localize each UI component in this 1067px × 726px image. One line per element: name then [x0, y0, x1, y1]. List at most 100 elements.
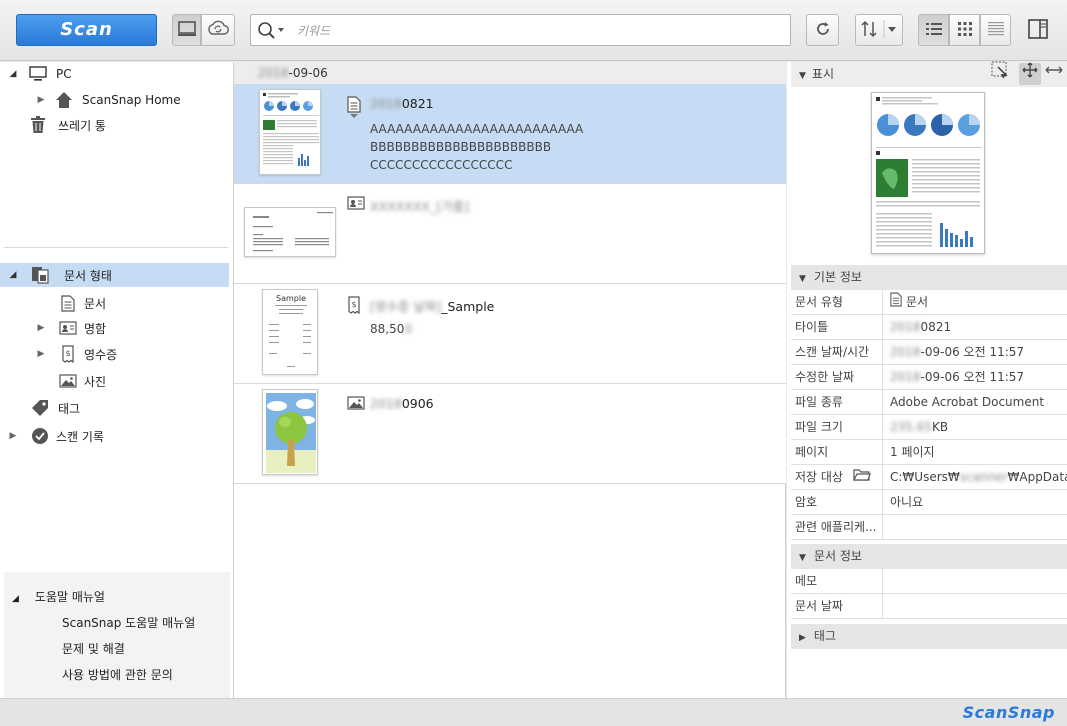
sort-button[interactable] [855, 14, 903, 46]
help-link-troubleshooting[interactable]: 문제 및 해결 [62, 639, 125, 659]
scan-button[interactable]: Scan [16, 14, 157, 46]
property-value[interactable] [882, 594, 1067, 618]
document-item[interactable]: 20180821 AAAAAAAAAAAAAAAAAAAAAAAAA BBBBB… [234, 84, 786, 184]
tree-item-scansnap-home[interactable]: ▶ ScanSnap Home [0, 88, 229, 112]
refresh-icon [814, 20, 832, 41]
search-input[interactable] [297, 21, 777, 41]
document-title-text: 0821 [401, 96, 434, 111]
property-value: 2018-09-06 오전 11:57 [882, 365, 1067, 389]
collapse-arrow-icon[interactable]: ◢ [12, 594, 19, 604]
expand-arrow-icon[interactable]: ▶ [36, 323, 46, 333]
document-type-icon [30, 266, 50, 284]
help-manual-header[interactable]: ◢ 도움말 매뉴얼 [12, 587, 105, 607]
collapse-arrow-icon[interactable]: ◢ [8, 270, 18, 280]
property-key: 수정한 날짜 [795, 370, 855, 384]
document-keywords: AAAAAAAAAAAAAAAAAAAAAAAAA BBBBBBBBBBBBBB… [370, 120, 583, 174]
tree-item-receipt[interactable]: ▶ $ 영수증 [0, 342, 229, 366]
tree-item-scan-history[interactable]: ▶ 스캔 기록 [0, 424, 229, 448]
collapse-arrow-icon[interactable]: ▼ [799, 71, 806, 81]
path-start: C:₩Users₩ [890, 470, 960, 484]
collapse-arrow-icon[interactable]: ▼ [799, 274, 806, 284]
move-icon [1022, 62, 1038, 87]
property-value: 아니요 [882, 490, 1067, 514]
pan-button[interactable] [1019, 62, 1041, 87]
property-value-text: 문서 [906, 295, 929, 309]
cloud-view-button[interactable] [201, 14, 235, 46]
document-icon [890, 291, 902, 315]
property-key: 파일 종류 [795, 395, 843, 409]
property-key: 페이지 [795, 445, 829, 459]
expand-arrow-icon[interactable]: ▶ [8, 431, 18, 441]
thumbnail-view-button[interactable] [949, 14, 980, 46]
doc-info-section-header[interactable]: ▼ 문서 정보 [791, 544, 1067, 569]
tree-item-trash[interactable]: 쓰레기 통 [0, 113, 229, 137]
document-title-prefix: 2018 [370, 396, 402, 411]
property-value[interactable] [882, 569, 1067, 593]
property-value[interactable]: 20180821 [882, 315, 1067, 339]
folder-icon[interactable] [852, 466, 871, 490]
document-item[interactable]: 20180906 [234, 384, 786, 484]
property-row-doc-date[interactable]: 문서 날짜 [791, 594, 1067, 619]
search-icon[interactable] [257, 21, 287, 41]
panel-layout-icon [1027, 19, 1049, 43]
photo-icon [58, 372, 78, 390]
tree-label-photo: 사진 [84, 374, 107, 389]
document-title: [영수증 날짜]_Sample [370, 296, 494, 315]
document-title-prefix: 2018 [370, 96, 402, 111]
collapse-arrow-icon[interactable]: ◢ [8, 69, 18, 79]
svg-text:$: $ [65, 349, 70, 358]
document-item[interactable]: XXXXXXX_[가품] [234, 184, 786, 284]
detail-view-button[interactable] [980, 14, 1011, 46]
preview-section-header[interactable]: ▼ 표시 [791, 61, 1067, 88]
document-preview [871, 92, 985, 254]
collapse-arrow-icon[interactable]: ▼ [799, 553, 806, 563]
tree-label-trash: 쓰레기 통 [58, 118, 106, 133]
tree-item-document[interactable]: 문서 [0, 291, 229, 315]
property-value-text: 0821 [920, 320, 952, 334]
business-card-icon [58, 319, 78, 337]
help-section: ◢ 도움말 매뉴얼 ScanSnap 도움말 매뉴얼 문제 및 해결 사용 방법에… [4, 572, 230, 698]
tree-item-doc-type[interactable]: ◢ 문서 형태 [0, 263, 229, 287]
help-link-inquiry[interactable]: 사용 방법에 관한 문의 [62, 665, 173, 685]
expand-arrow-icon[interactable]: ▶ [36, 95, 46, 105]
tree-label-doc-type: 문서 형태 [64, 268, 112, 283]
keyword-line: BBBBBBBBBBBBBBBBBBBBBB [370, 140, 552, 154]
property-value: 2018-09-06 오전 11:57 [882, 340, 1067, 364]
basic-info-section-header[interactable]: ▼ 기본 정보 [791, 265, 1067, 290]
doc-info-section-label: 문서 정보 [813, 549, 862, 563]
expand-arrow-icon[interactable]: ▶ [799, 633, 806, 643]
expand-arrow-icon[interactable]: ▶ [36, 349, 46, 359]
property-row-memo[interactable]: 메모 [791, 569, 1067, 594]
tree-item-photo[interactable]: 사진 [0, 369, 229, 393]
tree-label-receipt: 영수증 [84, 347, 118, 362]
property-key: 문서 날짜 [795, 599, 843, 613]
tag-section-header[interactable]: ▶ 태그 [791, 624, 1067, 649]
refresh-button[interactable] [806, 14, 839, 46]
search-field[interactable] [250, 14, 791, 46]
fit-width-button[interactable] [1043, 63, 1065, 85]
tree-item-pc[interactable]: ◢ PC [0, 62, 229, 86]
receipt-thumbnail: Sample [262, 289, 318, 375]
document-list-pane: 2018-09-06 20180821 AAAAAAAAAAAAAAAAAAAA… [234, 62, 786, 698]
photo-icon [347, 396, 365, 412]
trash-icon [28, 116, 48, 134]
document-title: XXXXXXX_[가품] [370, 196, 469, 215]
business-card-thumbnail [244, 207, 336, 257]
property-value-text: -09-06 오전 11:57 [920, 370, 1025, 384]
select-area-icon [991, 61, 1009, 88]
document-item[interactable]: Sample $ [영수증 날짜]_Sample 88,500 [234, 284, 786, 384]
tag-icon [30, 399, 50, 417]
toggle-panel-button[interactable] [1027, 18, 1051, 42]
tree-item-business-card[interactable]: ▶ 명함 [0, 316, 229, 340]
tree-item-tag[interactable]: 태그 [0, 396, 229, 420]
property-row-doc-type: 문서 유형 문서 [791, 290, 1067, 315]
grid-view-icon [957, 21, 973, 40]
path-end: ₩AppData₩... [1007, 470, 1067, 484]
property-row-title[interactable]: 타이틀 20180821 [791, 315, 1067, 340]
local-view-button[interactable] [172, 14, 201, 46]
help-link-manual[interactable]: ScanSnap 도움말 매뉴얼 [62, 613, 195, 633]
list-view-button[interactable] [918, 14, 949, 46]
list-view-icon [925, 21, 943, 40]
select-area-button[interactable] [989, 61, 1011, 88]
toolbar: Scan [0, 0, 1067, 61]
